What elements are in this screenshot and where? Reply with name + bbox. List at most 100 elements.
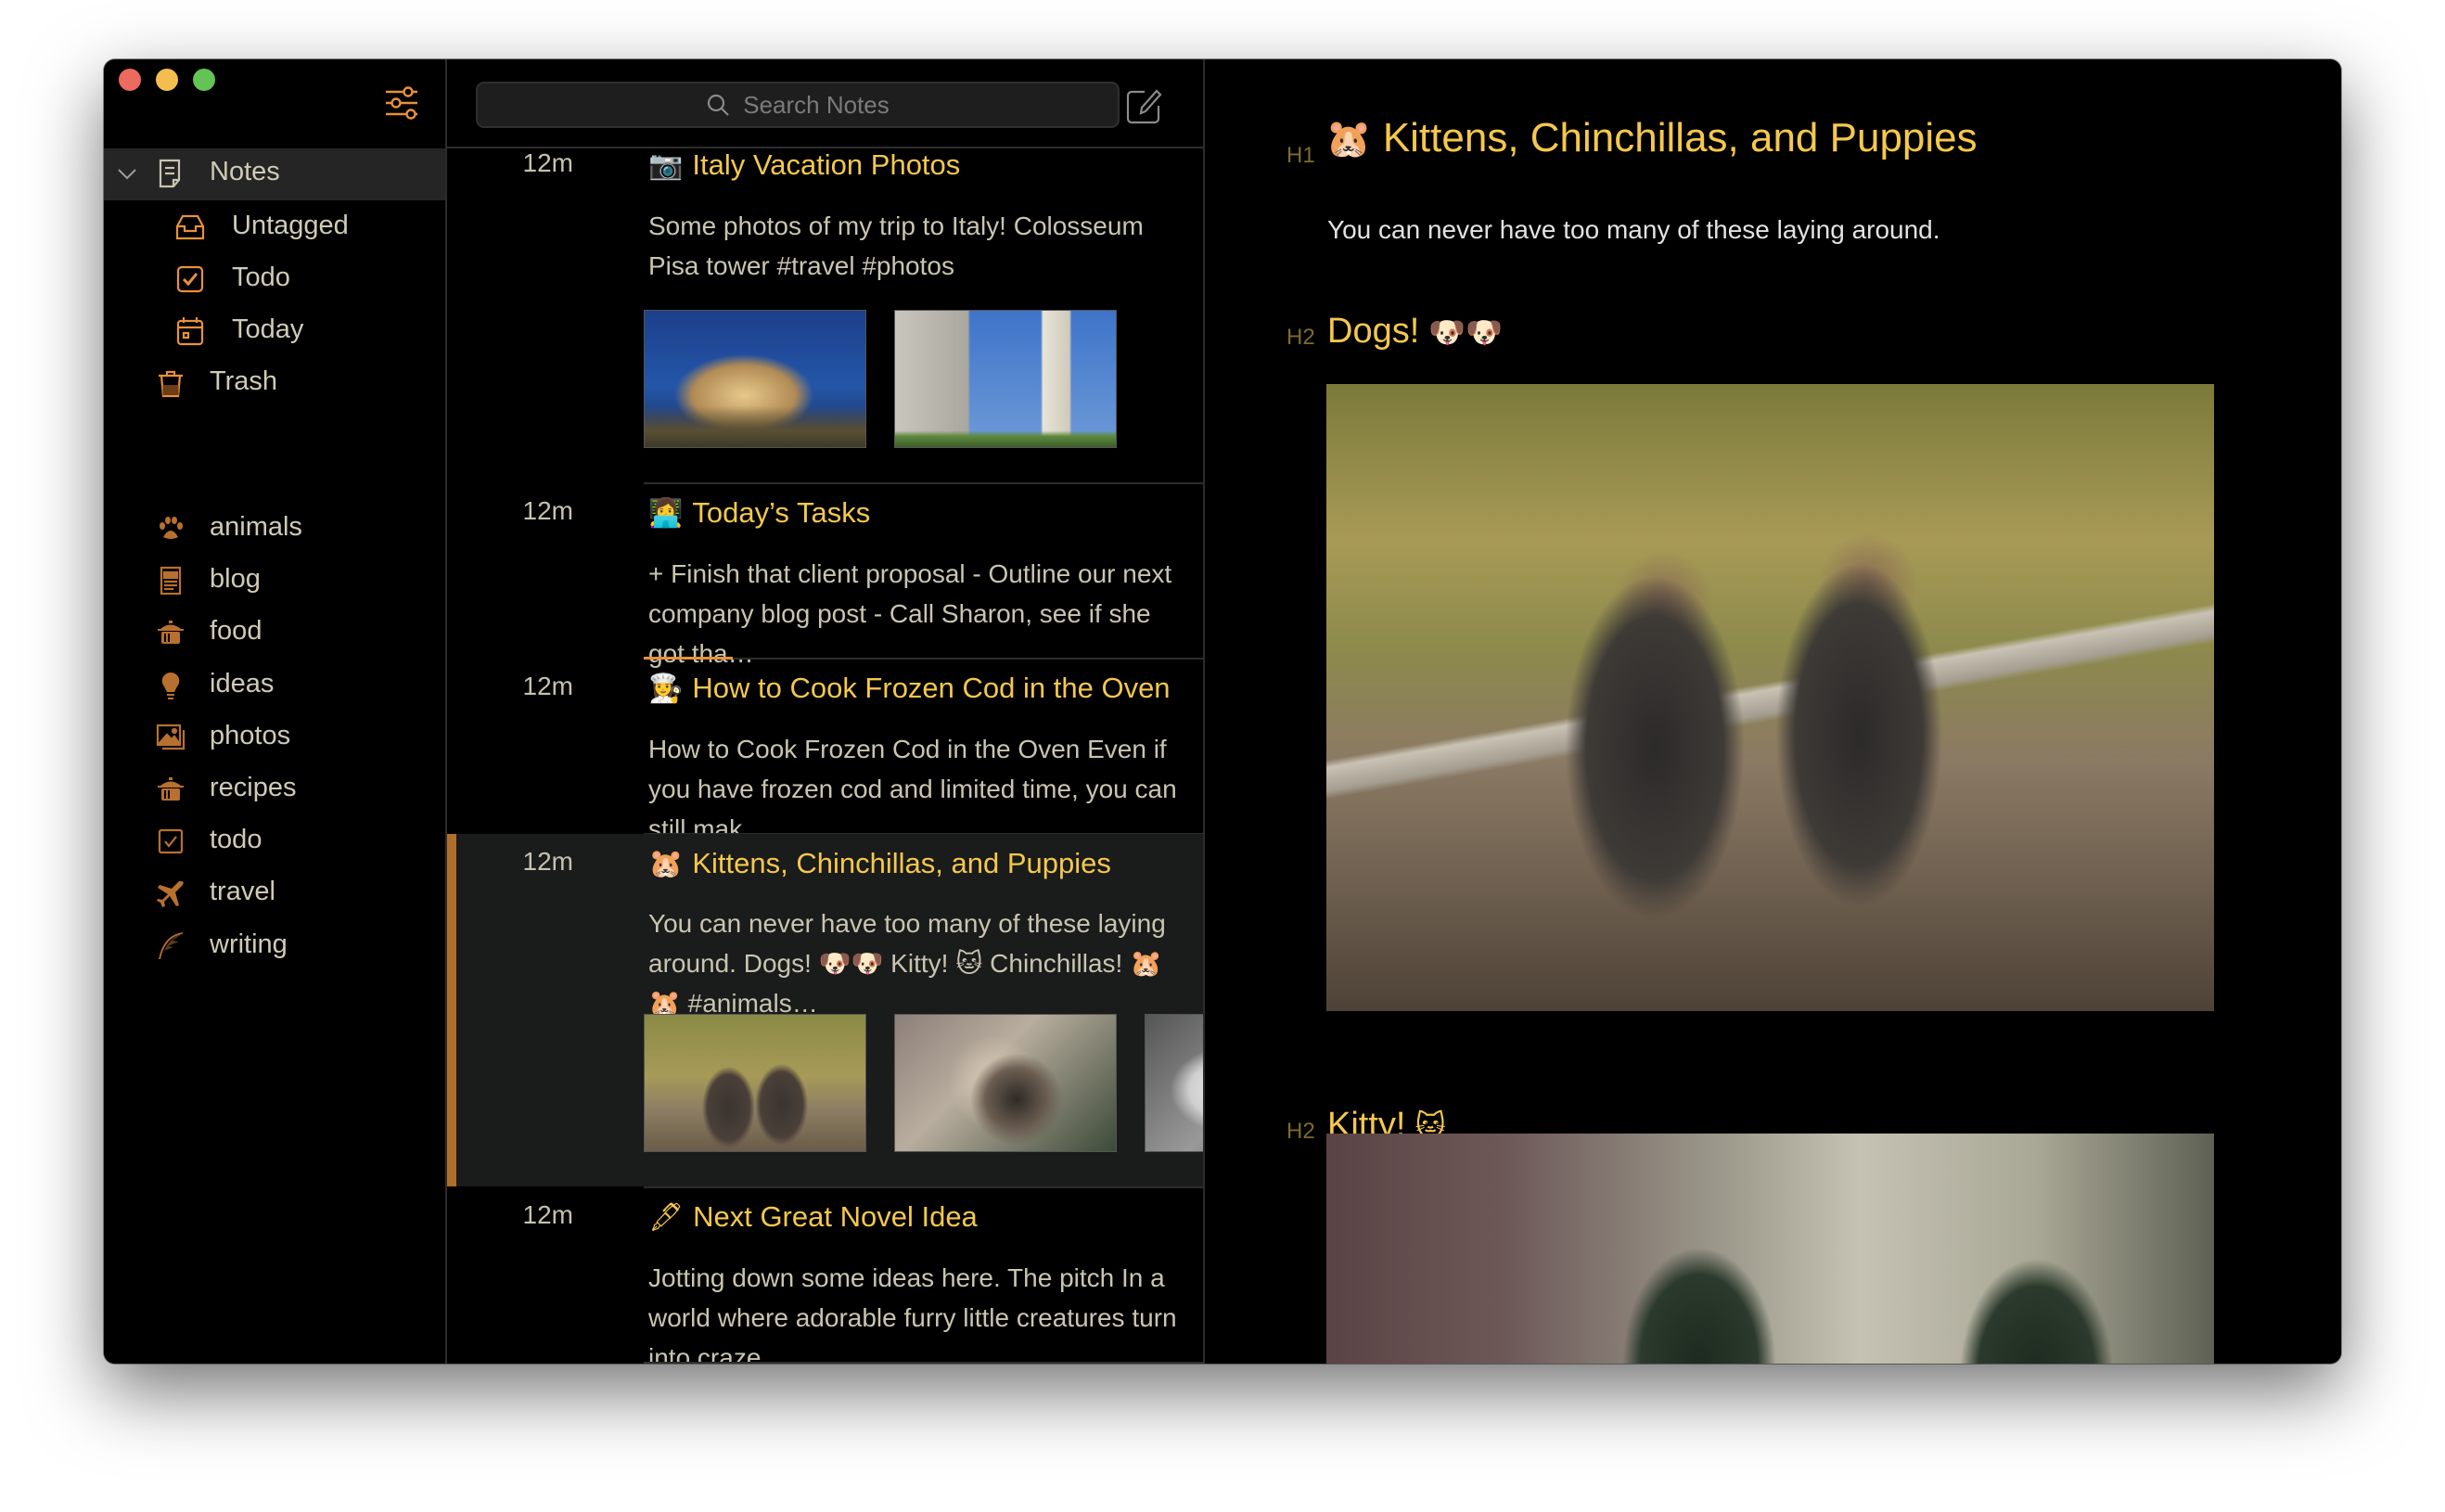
note-title: 🖋 Next Great Novel Idea xyxy=(648,1200,978,1234)
body-paragraph[interactable]: You can never have too many of these lay… xyxy=(1327,215,1940,245)
sidebar-tag-travel[interactable]: travel xyxy=(104,867,445,919)
h2-marker: H2 xyxy=(1287,325,1315,350)
sidebar-tag-label: todo xyxy=(210,825,262,854)
note-snippet: Some photos of my trip to Italy! Colosse… xyxy=(648,211,1144,280)
note-time: 12m xyxy=(522,1200,573,1229)
sidebar-item-notes[interactable]: Notes xyxy=(104,148,445,200)
sidebar-tag-label: travel xyxy=(210,877,275,906)
note-time: 12m xyxy=(522,672,573,700)
checkbox-icon xyxy=(155,826,186,857)
chevron-down-icon[interactable] xyxy=(115,161,139,186)
kitten-thumbnail[interactable] xyxy=(894,1014,1117,1152)
sidebar-item-label: Trash xyxy=(210,366,278,396)
dogs-thumbnail[interactable] xyxy=(644,1014,866,1152)
note-snippet: + Finish that client proposal - Outline … xyxy=(648,559,1172,668)
note-title-text: Kittens, Chinchillas, and Puppies xyxy=(692,847,1111,879)
sidebar-item-trash[interactable]: Trash xyxy=(104,357,445,409)
note-divider xyxy=(644,1362,1203,1364)
trash-icon xyxy=(155,367,186,399)
app-window: Notes Untagged Todo Today Trash animals … xyxy=(104,59,2341,1364)
selection-indicator xyxy=(447,834,456,1186)
search-icon xyxy=(706,93,730,117)
sidebar-tag-label: writing xyxy=(210,929,288,959)
sidebar-tag-label: recipes xyxy=(210,773,297,802)
photos-icon xyxy=(155,722,186,753)
hamster-emoji-icon: 🐹 xyxy=(1325,118,1372,160)
sidebar-tag-animals[interactable]: animals xyxy=(104,503,445,555)
sidebar-item-untagged[interactable]: Untagged xyxy=(104,201,445,253)
quill-icon xyxy=(155,930,186,962)
note-list-item-selected[interactable]: 12m 🐹 Kittens, Chinchillas, and Puppies … xyxy=(447,834,1203,1188)
sidebar-tag-writing[interactable]: writing xyxy=(104,920,445,972)
newspaper-icon xyxy=(155,565,186,596)
note-title: 👩‍🍳 How to Cook Frozen Cod in the Oven xyxy=(648,672,1171,705)
calendar-icon xyxy=(174,315,206,347)
sidebar-tag-food[interactable]: food xyxy=(104,607,445,659)
note-list-item[interactable]: 12m 📷 Italy Vacation Photos Some photos … xyxy=(447,148,1203,484)
sidebar-tag-label: food xyxy=(210,616,262,646)
sidebar-tag-todo[interactable]: todo xyxy=(104,815,445,867)
note-list-item[interactable]: 12m 👩‍🍳 How to Cook Frozen Cod in the Ov… xyxy=(447,660,1203,843)
sidebar-tag-label: ideas xyxy=(210,669,275,698)
heading-text: Kittens, Chinchillas, and Puppies xyxy=(1382,115,1978,160)
note-icon xyxy=(154,158,186,189)
kitten-image[interactable] xyxy=(1326,1134,2214,1364)
note-list: Search Notes 12m 📷 Italy Vacation Photos… xyxy=(447,59,1205,1364)
search-placeholder: Search Notes xyxy=(743,90,890,119)
sidebar-tag-blog[interactable]: blog xyxy=(104,555,445,607)
sidebar-tag-label: blog xyxy=(210,564,261,594)
pot-icon xyxy=(155,617,186,648)
sidebar-tag-label: animals xyxy=(210,512,302,542)
colosseum-thumbnail[interactable] xyxy=(644,310,866,448)
note-time: 12m xyxy=(522,847,573,876)
cook-emoji-icon: 👩‍🍳 xyxy=(648,673,684,704)
close-button[interactable] xyxy=(119,69,141,91)
sliders-icon[interactable] xyxy=(384,85,419,121)
hamster-emoji-icon: 🐹 xyxy=(648,848,684,879)
note-title: 🐹 Kittens, Chinchillas, and Puppies xyxy=(648,847,1111,880)
airplane-icon xyxy=(155,878,186,909)
section-heading-dogs[interactable]: Dogs! 🐶🐶 xyxy=(1327,312,1503,352)
h1-marker: H1 xyxy=(1287,143,1315,168)
sidebar-tag-photos[interactable]: photos xyxy=(104,711,445,763)
note-title-text: Today’s Tasks xyxy=(692,496,871,529)
note-time: 12m xyxy=(522,148,573,177)
paw-icon xyxy=(155,513,186,545)
compose-button[interactable] xyxy=(1124,87,1163,126)
sidebar-item-label: Untagged xyxy=(232,211,349,240)
note-snippet: You can never have too many of these lay… xyxy=(648,909,1166,1018)
lightbulb-icon xyxy=(155,670,186,701)
note-title-text: Next Great Novel Idea xyxy=(693,1200,978,1233)
sidebar-item-todo[interactable]: Todo xyxy=(104,253,445,305)
checkbox-icon xyxy=(174,263,206,295)
note-title-text: Italy Vacation Photos xyxy=(692,148,961,181)
dog-emoji-icon: 🐶🐶 xyxy=(1428,314,1503,349)
fountain-pen-emoji-icon: 🖋 xyxy=(648,1201,685,1233)
sidebar-item-today[interactable]: Today xyxy=(104,305,445,357)
sidebar-tag-ideas[interactable]: ideas xyxy=(104,660,445,711)
zoom-button[interactable] xyxy=(193,69,215,91)
pisa-thumbnail[interactable] xyxy=(894,310,1117,448)
dogs-image[interactable] xyxy=(1326,384,2214,1011)
technologist-emoji-icon: 👩‍💻 xyxy=(648,497,684,529)
sidebar-item-label: Today xyxy=(232,314,304,344)
inbox-icon xyxy=(174,211,206,243)
sidebar-tag-label: photos xyxy=(210,721,291,750)
pot-icon xyxy=(155,774,186,805)
note-list-item[interactable]: 12m 🖋 Next Great Novel Idea Jotting down… xyxy=(447,1188,1203,1364)
note-title-heading[interactable]: 🐹 Kittens, Chinchillas, and Puppies xyxy=(1325,115,1978,161)
sidebar-item-label: Notes xyxy=(210,157,280,186)
h2-marker: H2 xyxy=(1287,1119,1315,1144)
heading-text: Dogs! xyxy=(1327,312,1420,351)
chinchilla-thumbnail[interactable] xyxy=(1145,1014,1203,1152)
minimize-button[interactable] xyxy=(156,69,178,91)
note-list-item[interactable]: 12m 👩‍💻 Today’s Tasks + Finish that clie… xyxy=(447,484,1203,668)
note-title: 👩‍💻 Today’s Tasks xyxy=(648,496,870,530)
sidebar-tag-recipes[interactable]: recipes xyxy=(104,763,445,815)
sidebar: Notes Untagged Todo Today Trash animals … xyxy=(104,59,447,1364)
editor[interactable]: H1 🐹 Kittens, Chinchillas, and Puppies Y… xyxy=(1205,59,2341,1364)
camera-emoji-icon: 📷 xyxy=(648,149,684,181)
sidebar-item-label: Todo xyxy=(232,263,290,292)
note-snippet: Jotting down some ideas here. The pitch … xyxy=(648,1263,1177,1364)
search-input[interactable]: Search Notes xyxy=(476,82,1120,128)
